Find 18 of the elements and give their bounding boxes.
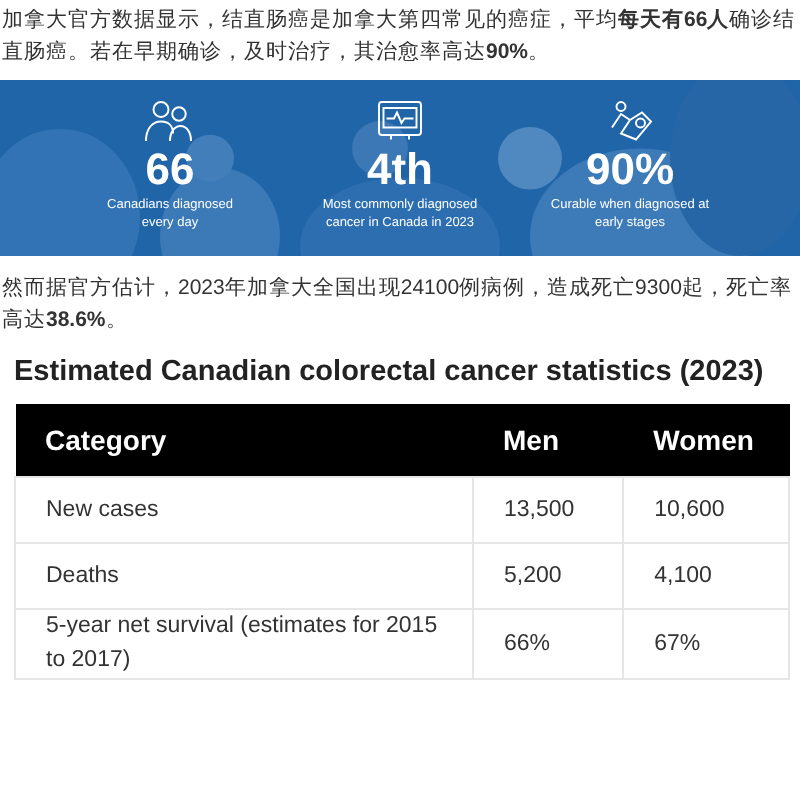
- table-cell: Deaths: [15, 543, 473, 609]
- column-header: Women: [623, 404, 789, 477]
- stat-value: 4th: [367, 144, 433, 196]
- table-cell: 4,100: [623, 543, 789, 609]
- column-header: Category: [15, 404, 473, 477]
- intro-paragraph: 加拿大官方数据显示，结直肠癌是加拿大第四常见的癌症，平均每天有66人确诊结直肠癌。若在早期确诊，及时治疗，其治愈率高达90%。: [2, 6, 796, 68]
- table-title: Estimated Canadian colorectal cancer statistics (2023): [14, 356, 766, 388]
- table-cell: 5,200: [473, 543, 624, 609]
- table-cell: 66%: [473, 609, 624, 679]
- table-cell: New cases: [15, 477, 473, 543]
- table-cell: 67%: [623, 609, 789, 679]
- estimate-paragraph: 然而据官方估计，2023年加拿大全国出现24100例病例，造成死亡9300起，死亡率高达38.6%。: [2, 274, 794, 336]
- table-cell: 13,500: [473, 477, 624, 543]
- column-header: Men: [473, 404, 624, 477]
- stat-value: 66: [145, 144, 195, 196]
- table-cell: 5-year net survival (estimates for 2015 to 2017): [15, 609, 473, 679]
- table-cell: 10,600: [623, 477, 789, 543]
- stat-value: 90%: [585, 144, 675, 196]
